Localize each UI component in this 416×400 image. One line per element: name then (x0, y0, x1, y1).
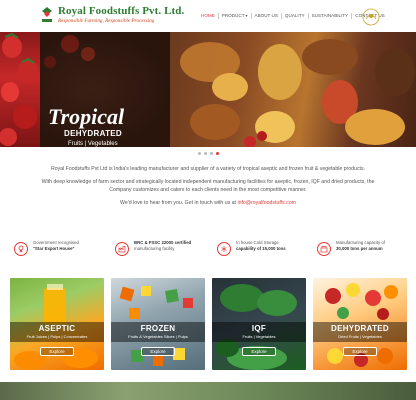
explore-button[interactable]: Explore (343, 347, 377, 356)
cold-storage-icon (217, 242, 231, 256)
nav-sustainability[interactable]: SUSTAINABILITY (309, 13, 353, 19)
hero-slider[interactable]: Tropical DEHYDRATED Fruits | Vegetables (0, 32, 416, 147)
features-row: Government recognised "Star Export House"… (0, 240, 416, 270)
intro-section: Royal Foodstuffs Pvt Ltd is India's lead… (40, 165, 376, 212)
site-header: Royal Foodstuffs Pvt. Ltd. Responsible F… (0, 0, 416, 32)
category-card-dehydrated[interactable]: DEHYDRATED Dried Fruits | Vegetables Exp… (313, 278, 407, 370)
feature-certified: BRC & FSSC 22000 certified manufacturing … (115, 240, 191, 270)
card-title: FROZEN (140, 324, 176, 333)
slider-dot-2[interactable] (204, 152, 207, 155)
feature-text: In house Cold Storage capability of 15,00… (236, 240, 286, 252)
feature-text: Government recognised "Star Export House" (33, 240, 79, 252)
brand-logo-icon[interactable] (40, 6, 54, 24)
hero-title: Tropical (48, 104, 125, 129)
factory-icon (115, 242, 129, 256)
feature-text: BRC & FSSC 22000 certified manufacturing … (134, 240, 191, 252)
card-title: DEHYDRATED (331, 324, 389, 333)
slider-dot-3[interactable] (210, 152, 213, 155)
nav-quality[interactable]: QUALITY (282, 13, 309, 19)
feature-highlight: capability of 15,000 tons (236, 246, 286, 251)
feature-capacity: Manufacturing capacity of 30,000 tons per… (317, 240, 385, 270)
jubilee-emblem-icon (362, 8, 380, 26)
intro-paragraph-3: We'd love to hear from you. Get in touch… (40, 199, 376, 207)
card-subtitle: Fruits | Vegetables (242, 334, 276, 339)
feature-cold-storage: In house Cold Storage capability of 15,00… (217, 240, 286, 270)
card-subtitle: Fruit Juices | Pulps | Concentrates (26, 334, 88, 339)
hero-dried-fruits-image (170, 32, 416, 147)
intro-paragraph-2: With deep knowledge of farm sector and s… (41, 179, 375, 193)
brand-tagline: Responsible Farming, Responsible Process… (58, 18, 155, 24)
nav-product-label: PRODUCT (221, 13, 245, 18)
slider-dot-1[interactable] (198, 152, 201, 155)
chevron-down-icon: ▾ (245, 13, 248, 18)
category-card-frozen[interactable]: FROZEN Fruits & Vegetables Slices | Pulp… (111, 278, 205, 370)
award-icon (14, 242, 28, 256)
card-subtitle: Fruits & Vegetables Slices | Pulps (128, 334, 188, 339)
explore-button[interactable]: Explore (40, 347, 74, 356)
card-subtitle: Dried Fruits | Vegetables (338, 334, 382, 339)
slider-pagination (198, 152, 219, 155)
feature-line: Manufacturing capacity of (336, 240, 385, 245)
hero-caption: Fruits | Vegetables (68, 141, 118, 147)
feature-highlight: 30,000 tons per annum (336, 246, 383, 251)
card-title: IQF (251, 324, 267, 333)
card-title: ASEPTIC (38, 324, 76, 333)
hero-subtitle: DEHYDRATED (64, 129, 122, 138)
intro-contact-text: We'd love to hear from you. Get in touch… (120, 200, 238, 206)
nav-home[interactable]: HOME (198, 13, 219, 19)
nav-about-us[interactable]: ABOUT US (252, 13, 282, 19)
hero-strawberries-image (0, 32, 40, 147)
explore-button[interactable]: Explore (242, 347, 276, 356)
intro-paragraph-1: Royal Foodstuffs Pvt Ltd is India's lead… (50, 166, 366, 172)
capacity-icon (317, 242, 331, 256)
category-card-iqf[interactable]: IQF Fruits | Vegetables Explore (212, 278, 306, 370)
email-link[interactable]: info@royalfoodstuffs.com (237, 200, 296, 206)
farm-banner-image (0, 382, 416, 400)
feature-export-house: Government recognised "Star Export House" (14, 240, 79, 270)
feature-text: Manufacturing capacity of 30,000 tons per… (336, 240, 385, 252)
slider-dot-4[interactable] (216, 152, 219, 155)
feature-line: In house Cold Storage (236, 240, 279, 245)
nav-product[interactable]: PRODUCT▾ (219, 13, 252, 19)
explore-button[interactable]: Explore (141, 347, 175, 356)
category-card-aseptic[interactable]: ASEPTIC Fruit Juices | Pulps | Concentra… (10, 278, 104, 370)
brand-name[interactable]: Royal Foodstuffs Pvt. Ltd. (58, 5, 184, 17)
feature-line: Government recognised (33, 240, 79, 245)
feature-highlight: "Star Export House" (33, 246, 75, 251)
feature-highlight: BRC & FSSC 22000 certified (134, 240, 192, 245)
feature-line: manufacturing facility (134, 246, 175, 251)
